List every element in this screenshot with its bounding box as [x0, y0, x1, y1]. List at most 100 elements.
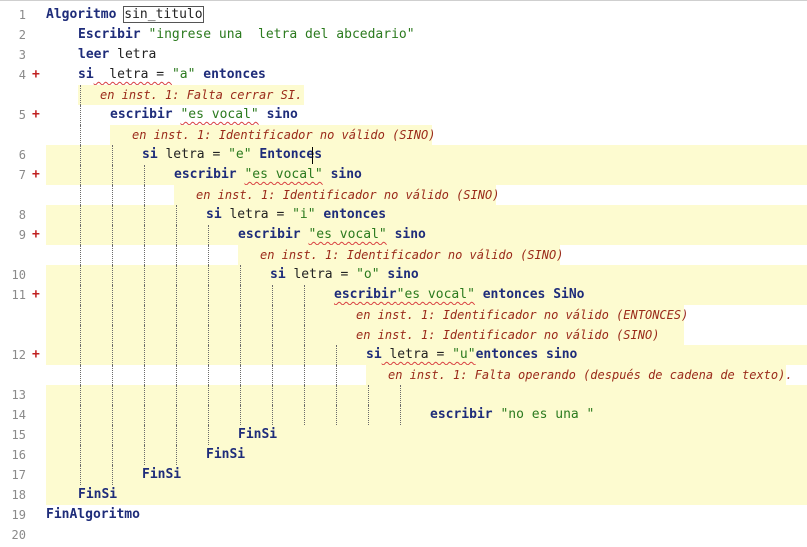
code-line[interactable]: si letra = "e" Entonces	[142, 145, 322, 165]
line-number: 10	[11, 268, 26, 282]
indent-guide	[176, 285, 177, 305]
indent-guide	[144, 405, 145, 425]
code-line[interactable]: Escribir "ingrese una letra del abcedari…	[78, 25, 415, 45]
line-number: 18	[11, 488, 26, 502]
indent-guide	[208, 325, 209, 345]
line-number: 4	[18, 68, 26, 82]
indent-guide	[144, 385, 145, 405]
indent-guide	[112, 205, 113, 225]
keyword-token: SiNo	[553, 287, 585, 302]
line-number: 9	[18, 228, 26, 242]
keyword-token: escribir	[110, 107, 173, 122]
keyword-token: FinSi	[206, 447, 246, 462]
fold-expand-icon[interactable]: +	[32, 345, 40, 365]
error-message: en inst. 1: Falta operando (después de c…	[388, 368, 793, 382]
code-token: letra	[109, 47, 157, 62]
code-line[interactable]: si letra = "a" entonces	[78, 65, 266, 85]
keyword-token: Escribir	[78, 27, 141, 42]
indent-guide	[208, 245, 209, 265]
error-message: en inst. 1: Identificador no válido (SIN…	[356, 328, 660, 342]
string-token: "e"	[228, 147, 252, 162]
keyword-token: sino	[387, 267, 419, 282]
code-token: letra =	[381, 347, 453, 362]
line-number: 17	[11, 468, 26, 482]
indent-guide	[400, 405, 401, 425]
code-line[interactable]: escribir "es vocal" sino	[238, 225, 426, 245]
code-token: letra =	[285, 267, 357, 282]
indent-guide	[304, 345, 305, 365]
keyword-token: entonces	[323, 207, 387, 222]
keyword-token: si	[206, 207, 222, 222]
fold-expand-icon[interactable]: +	[32, 105, 40, 125]
line-number: 2	[18, 28, 26, 42]
line-number-gutter[interactable]: 1 2 3 4 +5 +6 7 +8 9 +10 11 +12 +13 14 15 16 17 18 19 20	[0, 1, 46, 547]
indent-guide	[112, 465, 113, 485]
code-line[interactable]: si letra = "i" entonces	[206, 205, 386, 225]
code-line[interactable]: escribir "es vocal" sino	[110, 105, 298, 125]
text-caret	[312, 147, 313, 164]
indent-guide	[208, 405, 209, 425]
keyword-token: si	[78, 67, 94, 82]
indent-guide	[208, 225, 209, 245]
line-highlight	[46, 225, 807, 245]
code-line[interactable]: Algoritmo sin_titulo	[46, 5, 204, 25]
indent-guide	[304, 385, 305, 405]
line-number: 1	[18, 8, 26, 22]
indent-guide	[240, 285, 241, 305]
code-line[interactable]: leer letra	[78, 45, 156, 65]
code-line[interactable]: escribir "es vocal" sino	[174, 165, 362, 185]
indent-guide	[208, 345, 209, 365]
indent-guide	[272, 405, 273, 425]
code-line[interactable]: FinSi	[142, 465, 181, 485]
indent-guide	[112, 405, 113, 425]
indent-guide	[304, 365, 305, 385]
indent-guide	[176, 265, 177, 285]
indent-guide	[144, 265, 145, 285]
indent-guide	[240, 265, 241, 285]
keyword-token: escribir	[430, 407, 493, 422]
indent-guide	[80, 345, 81, 365]
keyword-token: FinAlgoritmo	[46, 507, 140, 522]
indent-guide	[176, 245, 177, 265]
fold-expand-icon[interactable]: +	[32, 285, 40, 305]
fold-expand-icon[interactable]: +	[32, 225, 40, 245]
keyword-token: sino	[394, 227, 426, 242]
indent-guide	[176, 385, 177, 405]
string-token: "es vocal"	[396, 287, 475, 302]
indent-guide	[272, 385, 273, 405]
indent-guide	[336, 365, 337, 385]
keyword-token: si	[270, 267, 286, 282]
code-line[interactable]: FinSi	[78, 485, 117, 505]
code-line[interactable]: escribir"es vocal" entonces SiNo	[334, 285, 585, 305]
keyword-token: si	[366, 347, 382, 362]
indent-guide	[112, 325, 113, 345]
error-message: en inst. 1: Identificador no válido (SIN…	[260, 248, 564, 262]
line-number: 8	[18, 208, 26, 222]
indent-guide	[144, 285, 145, 305]
indent-guide	[80, 185, 81, 205]
string-token: "o"	[356, 267, 380, 282]
fold-expand-icon[interactable]: +	[32, 165, 40, 185]
line-number: 3	[18, 48, 26, 62]
keyword-token: leer	[78, 47, 110, 62]
keyword-token: escribir	[174, 167, 237, 182]
fold-expand-icon[interactable]: +	[32, 65, 40, 85]
code-line[interactable]: si letra = "o" sino	[270, 265, 419, 285]
keyword-token: escribir	[238, 227, 301, 242]
code-line[interactable]: FinSi	[206, 445, 245, 465]
indent-guide	[304, 405, 305, 425]
indent-guide	[208, 285, 209, 305]
indent-guide	[112, 245, 113, 265]
indent-guide	[208, 425, 209, 445]
indent-guide	[80, 225, 81, 245]
keyword-token: entonces	[203, 67, 266, 82]
code-line[interactable]: FinSi	[238, 425, 277, 445]
indent-guide	[240, 305, 241, 325]
code-editor[interactable]: 1 2 3 4 +5 +6 7 +8 9 +10 11 +12 +13 14 15 16 17 18 19 20 Al…	[0, 0, 807, 547]
indent-guide	[144, 325, 145, 345]
code-token: letra =	[93, 67, 172, 82]
code-line[interactable]: escribir "no es una "	[430, 405, 594, 425]
code-line[interactable]: si letra = "u"entonces sino	[366, 345, 577, 365]
code-line[interactable]: FinAlgoritmo	[46, 505, 140, 525]
